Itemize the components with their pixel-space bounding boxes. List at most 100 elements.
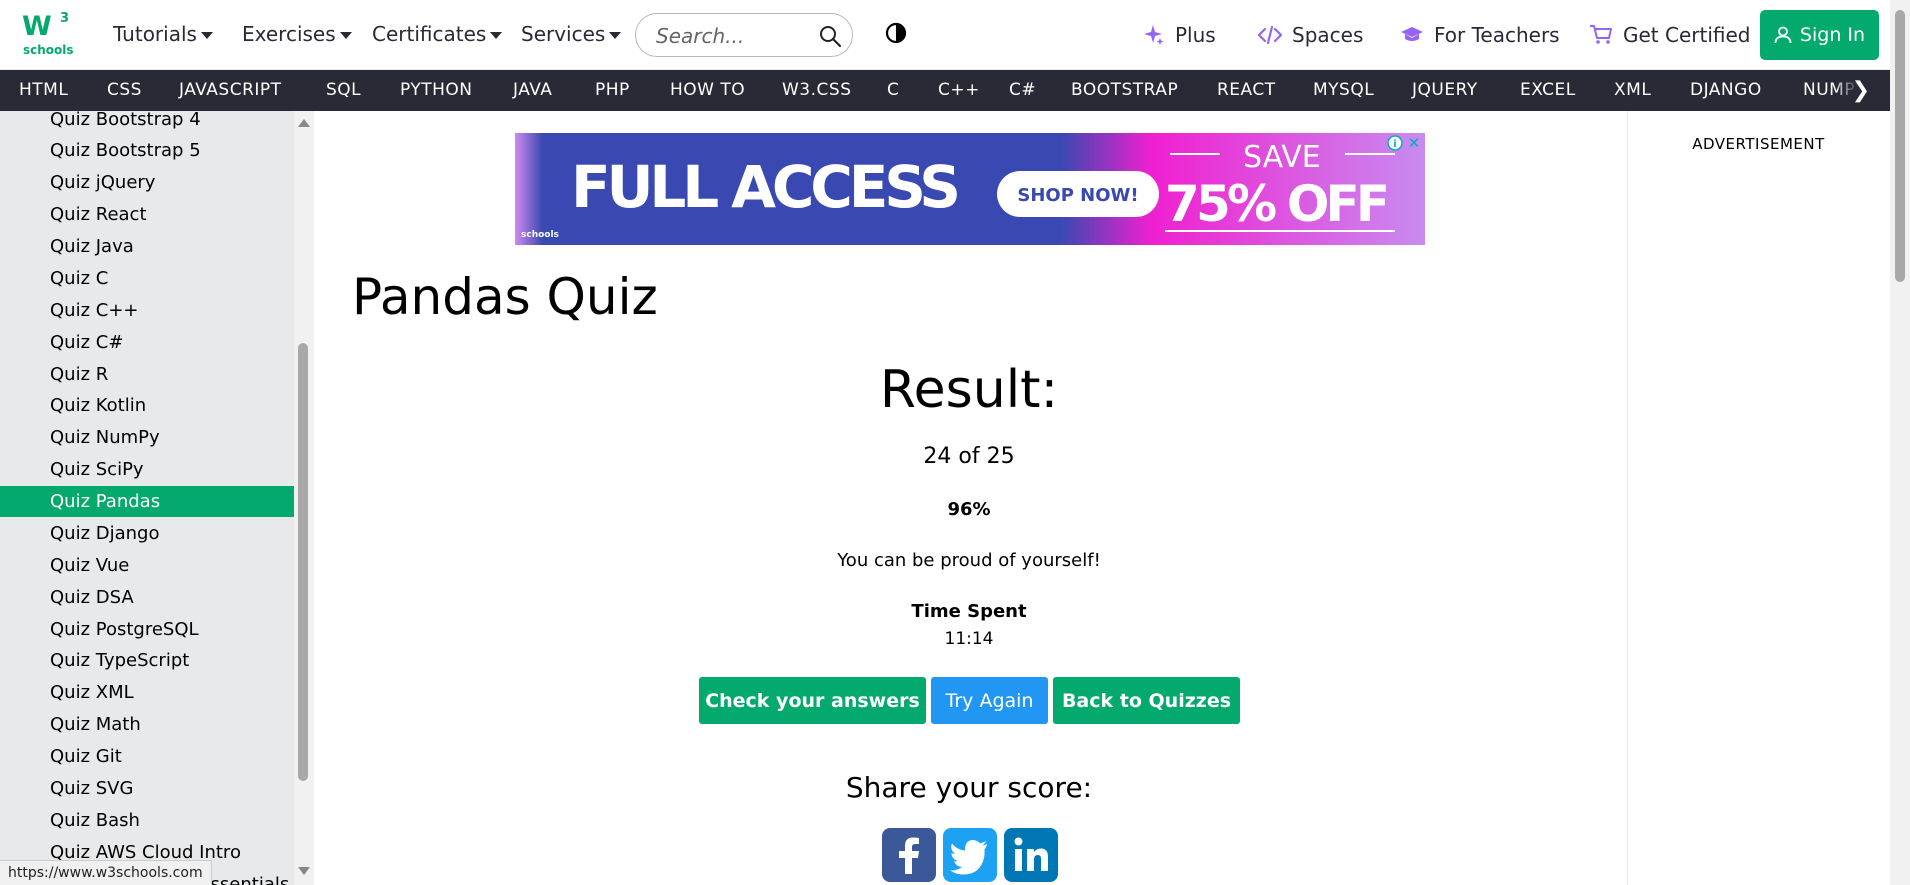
subnav-excel[interactable]: EXCEL bbox=[1520, 80, 1576, 100]
exercises-menu[interactable]: Exercises bbox=[242, 22, 352, 46]
caret-down-icon bbox=[339, 31, 352, 39]
sidebar-item-dsa[interactable]: Quiz DSA bbox=[0, 582, 294, 613]
sign-in-button[interactable]: Sign In bbox=[1760, 10, 1879, 60]
score-percent: 96% bbox=[947, 499, 991, 520]
sidebar-item-git[interactable]: Quiz Git bbox=[0, 741, 294, 772]
subnav-javascript[interactable]: JAVASCRIPT bbox=[179, 80, 282, 100]
sidebar-item-kotlin[interactable]: Quiz Kotlin bbox=[0, 390, 294, 421]
user-icon bbox=[1774, 26, 1792, 44]
facebook-icon[interactable] bbox=[882, 828, 936, 882]
sidebar-item-cpp[interactable]: Quiz C++ bbox=[0, 295, 294, 326]
subnav-php[interactable]: PHP bbox=[595, 80, 630, 100]
sidebar-item-math[interactable]: Quiz Math bbox=[0, 709, 294, 740]
svg-text:✕: ✕ bbox=[1408, 134, 1421, 152]
tutorials-menu-label: Tutorials bbox=[113, 22, 197, 46]
sidebar-quiz-list: Quiz Bootstrap 4 Quiz Bootstrap 5 Quiz j… bbox=[0, 111, 294, 885]
search-box bbox=[635, 13, 853, 57]
sidebar-item-r[interactable]: Quiz R bbox=[0, 359, 294, 390]
scroll-up-arrow-icon[interactable] bbox=[298, 119, 310, 127]
sidebar-item-c[interactable]: Quiz C bbox=[0, 263, 294, 294]
sidebar-item-typescript[interactable]: Quiz TypeScript bbox=[0, 645, 294, 676]
sidebar-item-java[interactable]: Quiz Java bbox=[0, 231, 294, 262]
top-navigation: W 3 schools Tutorials Exercises Certific… bbox=[0, 0, 1890, 70]
ad-banner[interactable]: schools FULL ACCESS SHOP NOW! SAVE 75% O… bbox=[515, 133, 1425, 245]
page-scrollbar-thumb[interactable] bbox=[1895, 10, 1905, 282]
status-bar-url: https://www.w3schools.com bbox=[0, 860, 212, 885]
caret-down-icon bbox=[200, 31, 213, 39]
sidebar-item-xml[interactable]: Quiz XML bbox=[0, 677, 294, 708]
result-heading: Result: bbox=[879, 360, 1059, 420]
subnav-css[interactable]: CSS bbox=[107, 80, 142, 100]
services-menu[interactable]: Services bbox=[521, 22, 622, 46]
page-scrollbar[interactable] bbox=[1890, 0, 1910, 885]
svg-text:schools: schools bbox=[23, 43, 74, 57]
subnav-csharp[interactable]: C# bbox=[1009, 80, 1036, 100]
sign-in-label: Sign In bbox=[1799, 24, 1866, 46]
sidebar-item-jquery[interactable]: Quiz jQuery bbox=[0, 167, 294, 198]
graduation-cap-icon bbox=[1401, 27, 1423, 41]
subnav-jquery[interactable]: JQUERY bbox=[1412, 80, 1478, 100]
sidebar-item-numpy[interactable]: Quiz NumPy bbox=[0, 422, 294, 453]
subnav-java[interactable]: JAVA bbox=[513, 80, 552, 100]
subnav-mysql[interactable]: MYSQL bbox=[1313, 80, 1374, 100]
sidebar-item-scipy[interactable]: Quiz SciPy bbox=[0, 454, 294, 485]
subnav-xml[interactable]: XML bbox=[1614, 80, 1651, 100]
get-certified-link[interactable]: Get Certified bbox=[1589, 23, 1751, 47]
subnav-w3css[interactable]: W3.CSS bbox=[782, 80, 851, 100]
subnav-react[interactable]: REACT bbox=[1217, 80, 1276, 100]
sidebar-item-csharp[interactable]: Quiz C# bbox=[0, 327, 294, 358]
contrast-toggle-icon[interactable] bbox=[885, 22, 907, 44]
try-again-button[interactable]: Try Again bbox=[931, 677, 1048, 724]
page-title: Pandas Quiz bbox=[352, 268, 658, 326]
sidebar-scrollbar[interactable] bbox=[294, 111, 314, 885]
sparkle-icon bbox=[1144, 25, 1164, 45]
services-menu-label: Services bbox=[521, 22, 606, 46]
svg-text:i: i bbox=[1393, 139, 1396, 150]
sidebar-item-pandas[interactable]: Quiz Pandas bbox=[0, 486, 294, 517]
ad-logo-text: schools bbox=[521, 230, 559, 240]
plus-link[interactable]: Plus bbox=[1143, 23, 1216, 47]
subnav-c[interactable]: C bbox=[887, 80, 899, 100]
caret-down-icon bbox=[490, 31, 503, 39]
search-input[interactable] bbox=[656, 23, 806, 49]
result-message: You can be proud of yourself! bbox=[837, 550, 1101, 571]
scroll-down-arrow-icon[interactable] bbox=[298, 867, 310, 875]
search-icon[interactable] bbox=[818, 24, 842, 48]
code-icon bbox=[1258, 25, 1282, 45]
sidebar-item-vue[interactable]: Quiz Vue bbox=[0, 550, 294, 581]
subnav-html[interactable]: HTML bbox=[19, 80, 68, 100]
subnav-python[interactable]: PYTHON bbox=[400, 80, 473, 100]
certificates-menu[interactable]: Certificates bbox=[372, 22, 503, 46]
score-text: 24 of 25 bbox=[923, 444, 1015, 469]
subnav-how-to[interactable]: HOW TO bbox=[670, 80, 745, 100]
cart-icon bbox=[1590, 25, 1612, 44]
linkedin-icon[interactable] bbox=[1004, 828, 1058, 882]
sidebar-item-bootstrap5[interactable]: Quiz Bootstrap 5 bbox=[0, 135, 294, 166]
right-ad-column bbox=[1627, 111, 1890, 885]
sidebar-item-svg[interactable]: Quiz SVG bbox=[0, 773, 294, 804]
sidebar-item-bootstrap4[interactable]: Quiz Bootstrap 4 bbox=[0, 111, 294, 135]
check-answers-button[interactable]: Check your answers bbox=[699, 677, 926, 724]
sidebar-item-react[interactable]: Quiz React bbox=[0, 199, 294, 230]
ad-save-word: SAVE bbox=[1243, 140, 1321, 175]
sidebar-item-postgresql[interactable]: Quiz PostgreSQL bbox=[0, 614, 294, 645]
subnav-cpp[interactable]: C++ bbox=[938, 80, 980, 100]
back-to-quizzes-button[interactable]: Back to Quizzes bbox=[1053, 677, 1240, 724]
spaces-link[interactable]: Spaces bbox=[1258, 23, 1363, 47]
sidebar-scrollbar-thumb[interactable] bbox=[298, 343, 308, 781]
subnav-bootstrap[interactable]: BOOTSTRAP bbox=[1071, 80, 1178, 100]
for-teachers-link[interactable]: For Teachers bbox=[1400, 23, 1560, 47]
svg-text:W: W bbox=[22, 11, 52, 42]
exercises-menu-label: Exercises bbox=[242, 22, 336, 46]
time-spent-label: Time Spent bbox=[911, 601, 1027, 622]
scroll-right-icon[interactable]: ❯ bbox=[1838, 70, 1890, 111]
w3schools-logo[interactable]: W 3 schools bbox=[20, 8, 74, 58]
ad-cta: SHOP NOW! bbox=[1017, 185, 1138, 206]
subnav-sql[interactable]: SQL bbox=[326, 80, 361, 100]
tutorials-menu[interactable]: Tutorials bbox=[113, 22, 213, 46]
twitter-icon[interactable] bbox=[943, 828, 997, 882]
sidebar-item-bash[interactable]: Quiz Bash bbox=[0, 805, 294, 836]
sidebar-item-django[interactable]: Quiz Django bbox=[0, 518, 294, 549]
subnav-django[interactable]: DJANGO bbox=[1690, 80, 1762, 100]
svg-text:3: 3 bbox=[60, 11, 69, 26]
